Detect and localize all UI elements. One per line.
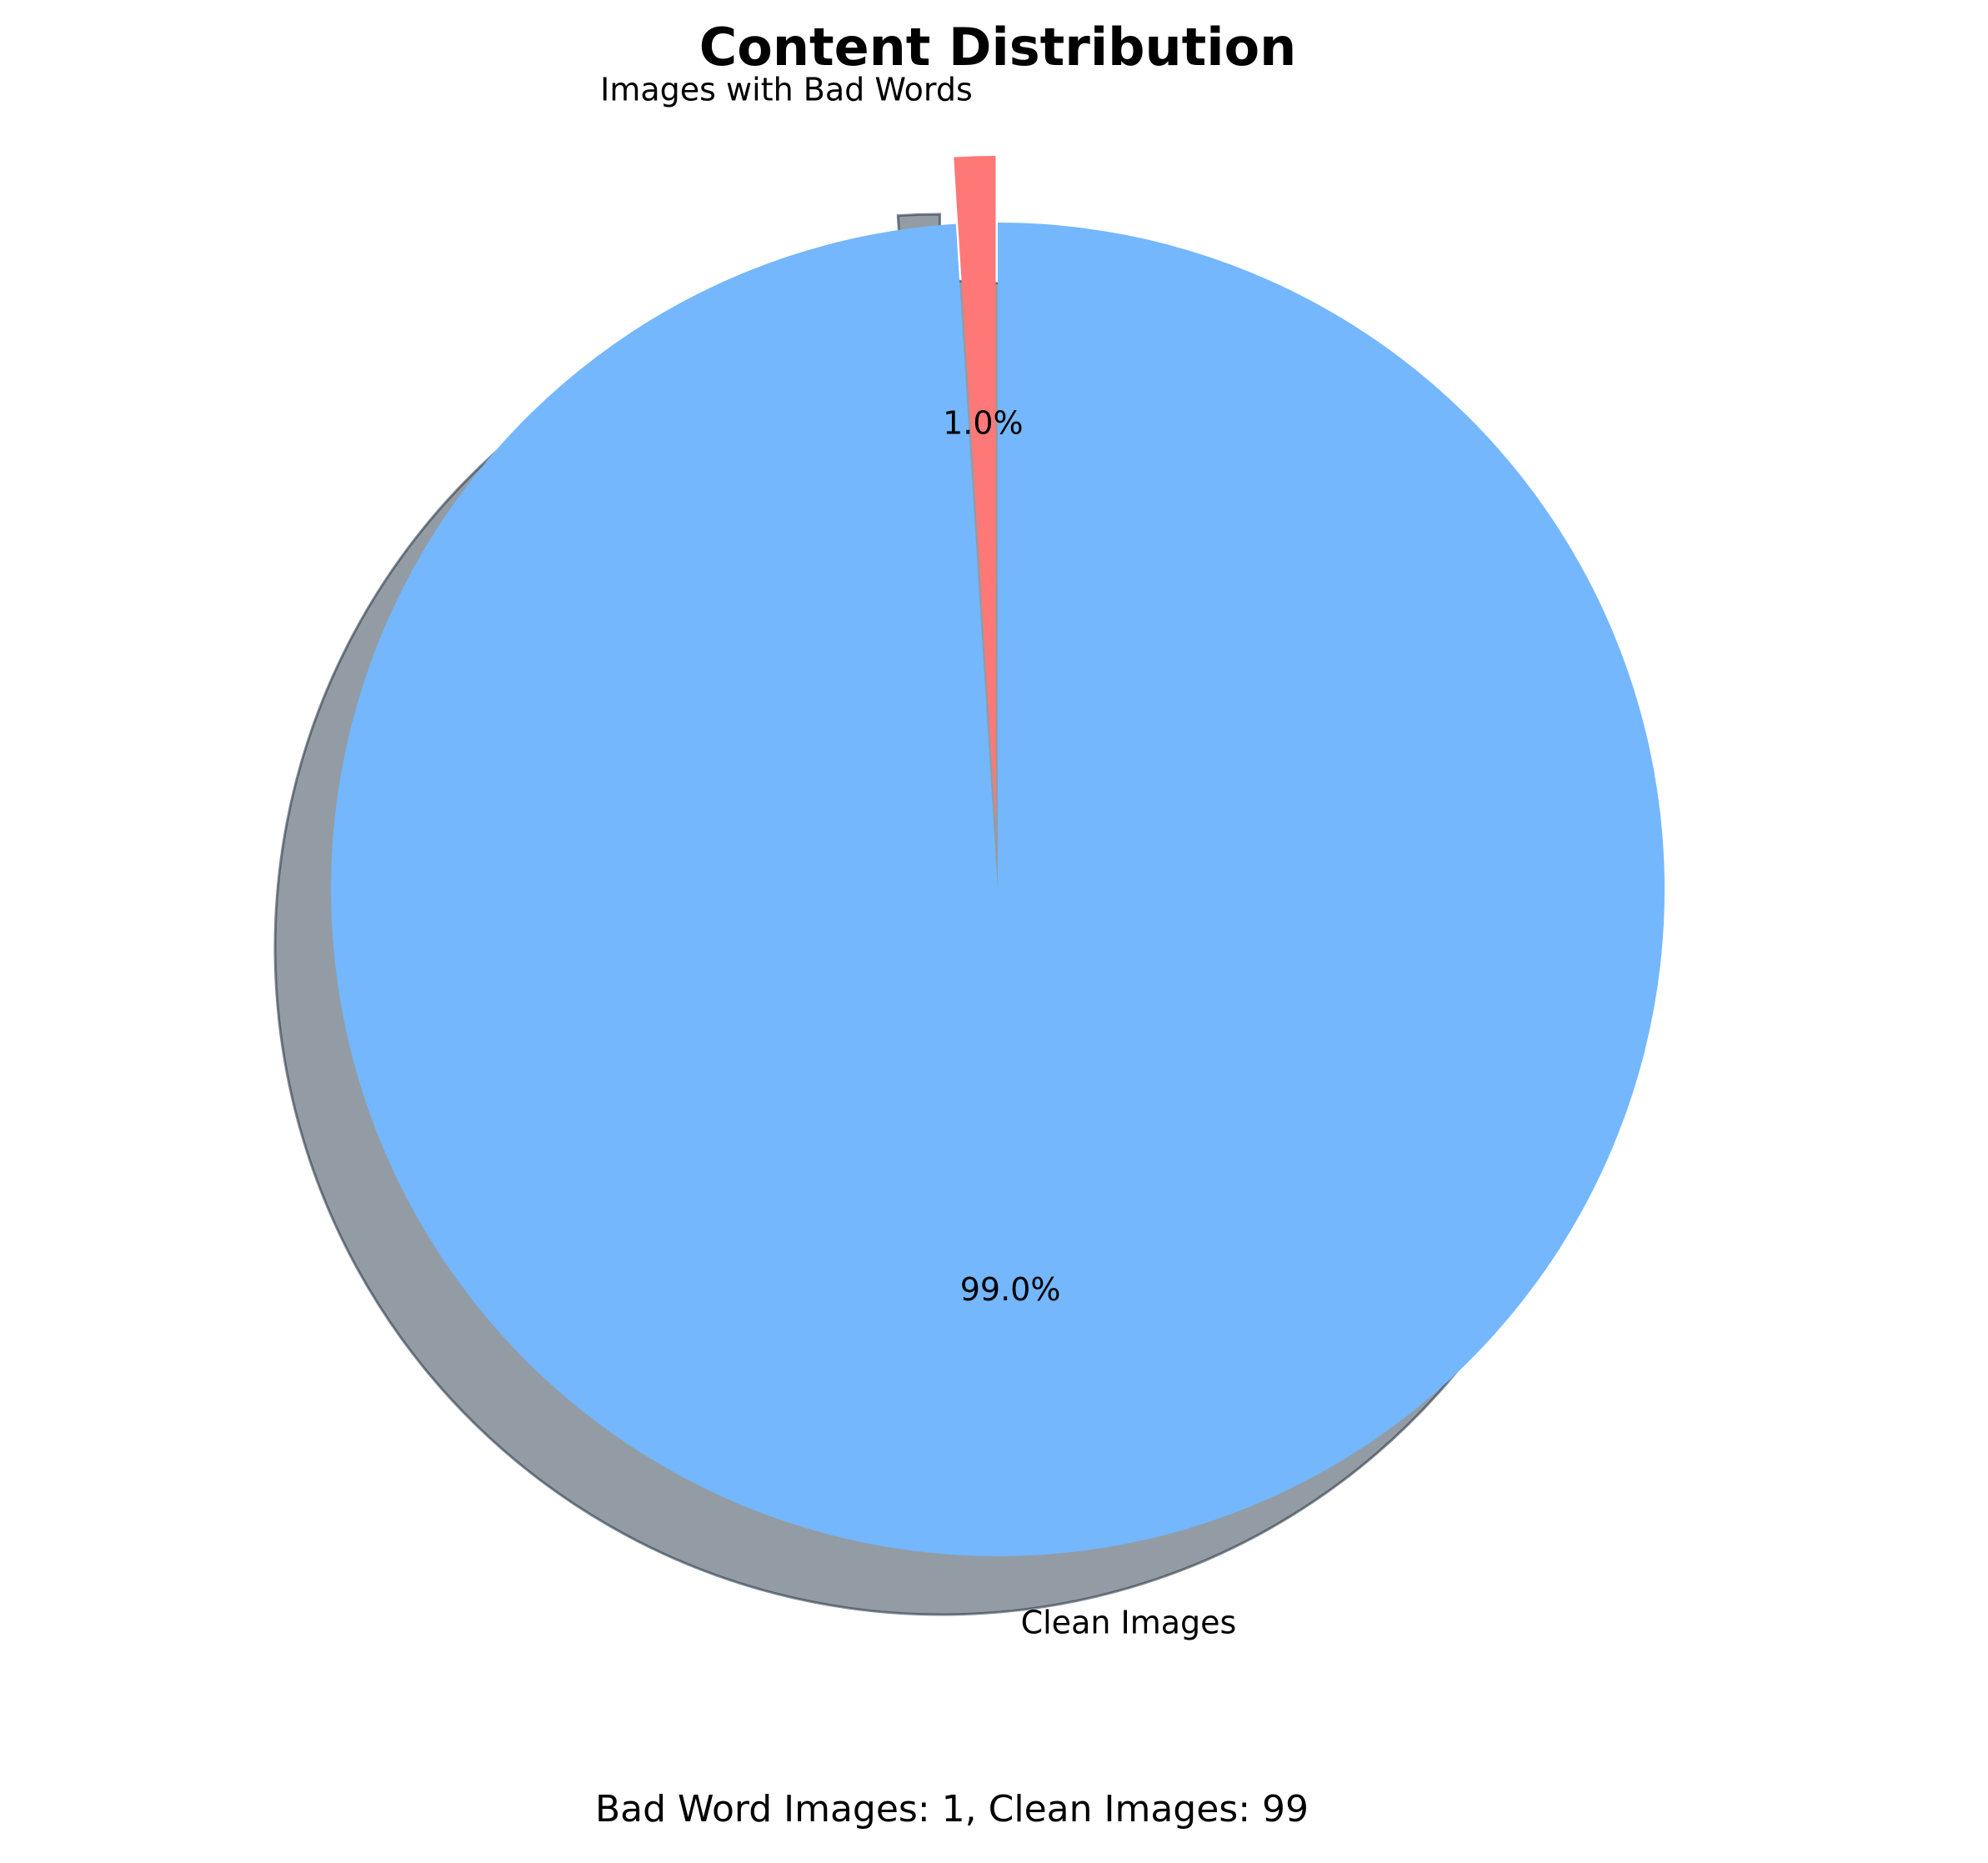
chart-title: Content Distribution: [699, 17, 1297, 78]
pie-category-label: Clean Images: [1021, 1605, 1237, 1641]
chart-caption: Bad Word Images: 1, Clean Images: 99: [595, 1788, 1309, 1830]
pie-percent-label: 99.0%: [960, 1271, 1061, 1308]
slice-layer: [331, 156, 1665, 1556]
pie-chart: 1.0% Images with Bad Words 99.0% Clean Imag…: [0, 0, 1988, 1863]
pie-chart-svg: 1.0%Images with Bad Words99.0%Clean Imag…: [273, 17, 1665, 1830]
pie-percent-label: 1.0%: [943, 404, 1024, 441]
